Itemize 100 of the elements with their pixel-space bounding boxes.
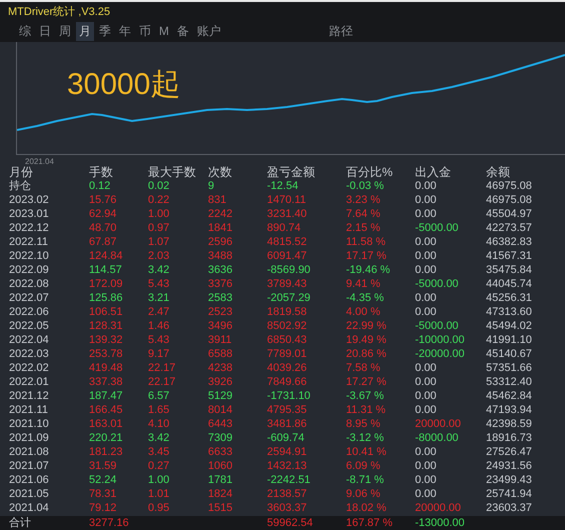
table-cell-text: 20000.00 (415, 417, 462, 431)
table-cell-text: 0.00 (415, 445, 438, 459)
table-cell-text: 7.58 % (346, 361, 382, 375)
tab[interactable]: 路径 (326, 22, 356, 40)
table-cell-text: 2022.08 (9, 277, 50, 291)
table-cell-text: 79.12 (89, 501, 118, 515)
table-cell-text: -20000.00 (415, 347, 466, 361)
table-cell-text: 22.17 (148, 361, 177, 375)
table-cell-text: 45494.02 (486, 319, 533, 333)
table-cell-text: 1515 (208, 501, 234, 515)
table-cell-text: -3.12 % (346, 431, 385, 445)
table-cell-text: 2021.08 (9, 445, 50, 459)
table-cell-text: 187.47 (89, 389, 124, 403)
table-cell-text: 44045.74 (486, 277, 533, 291)
column-header: 最大手数 (148, 165, 197, 179)
table-cell-text: 167.87 % (346, 516, 394, 530)
tab[interactable]: 币 (136, 22, 154, 40)
table-cell-text: -3.67 % (346, 389, 385, 403)
table-cell-text: 2022.05 (9, 319, 50, 333)
table-cell-text: 2022.10 (9, 249, 50, 263)
table-cell-text: 2022.09 (9, 263, 50, 277)
table-cell-text: 3789.43 (267, 277, 308, 291)
table-cell-text: 1819.58 (267, 305, 308, 319)
table-cell-text: 2022.03 (9, 347, 50, 361)
tab[interactable]: 季 (96, 22, 114, 40)
tab[interactable]: 周 (56, 22, 74, 40)
table-cell-text: 3376 (208, 277, 234, 291)
table-cell-text: 1.00 (148, 207, 170, 221)
table-cell-text: 35475.84 (486, 263, 533, 277)
table-cell-text: 25741.94 (486, 487, 533, 501)
table-cell-text: 890.74 (267, 221, 302, 235)
table-cell-text: 10.41 % (346, 445, 388, 459)
tab[interactable]: 备 (174, 22, 192, 40)
table-cell-text: 3603.37 (267, 501, 308, 515)
table-cell-text: 0.00 (415, 249, 438, 263)
table-cell-text: 20.86 % (346, 347, 388, 361)
table-cell-text: 2021.06 (9, 473, 50, 487)
table-cell-text: 6443 (208, 417, 234, 431)
tab[interactable]: 账户 (194, 22, 224, 40)
table-cell-text: 166.45 (89, 403, 124, 417)
table-cell-text: 0.97 (148, 221, 170, 235)
table-cell-text: -8000.00 (415, 431, 460, 445)
table-cell-text: 139.32 (89, 333, 124, 347)
table-cell-text: 78.31 (89, 487, 118, 501)
table-cell-text: 114.57 (89, 263, 123, 277)
table-cell-text: 3.42 (148, 431, 170, 445)
table-cell-text: 2021.09 (9, 431, 50, 445)
tab[interactable]: M (156, 23, 172, 39)
table-cell-text: 0.02 (148, 179, 170, 193)
table-cell-text: 3911 (208, 333, 233, 347)
column-header: 盈亏金额 (267, 165, 316, 179)
table-cell-text: 3231.40 (267, 207, 308, 221)
tab[interactable]: 月 (76, 22, 94, 40)
table-cell-text: 46382.83 (486, 235, 533, 249)
table-cell-text: 3277.16 (89, 516, 130, 530)
table-cell-text: 4.10 (148, 417, 170, 431)
table-cell-text: 2023.02 (9, 193, 50, 207)
table-cell-text: 6091.47 (267, 249, 308, 263)
table-cell-text: 0.00 (415, 207, 438, 221)
table-cell-text: 3.21 (148, 291, 170, 305)
table-cell-text: 4238 (208, 361, 234, 375)
table-cell-text: 3488 (208, 249, 234, 263)
table-cell-text: 2023.01 (9, 207, 50, 221)
table-cell-text: -5000.00 (415, 277, 460, 291)
table-cell-text: 2022.06 (9, 305, 50, 319)
column-header: 出入金 (415, 165, 452, 179)
table-cell-text: 合计 (9, 516, 32, 530)
table-cell-text: 2022.12 (9, 221, 50, 235)
table-cell-text: 2138.57 (267, 487, 308, 501)
table-cell-text: -19.46 % (346, 263, 392, 277)
table-cell-text: -12.54 (267, 179, 300, 193)
table-cell-text: 0.00 (415, 375, 438, 389)
table-cell-text: 6633 (208, 445, 234, 459)
table-cell-text: 163.01 (89, 417, 124, 431)
table-cell-text: 18916.73 (486, 431, 533, 445)
table-cell-text: 11.58 % (346, 235, 387, 249)
table-cell-text: 0.00 (415, 179, 438, 193)
table-cell-text: 0.00 (415, 193, 438, 207)
tab[interactable]: 日 (36, 22, 54, 40)
tab[interactable]: 综 (16, 22, 34, 40)
table-cell-text: 24931.56 (486, 459, 533, 473)
table-cell-text: 1060 (208, 459, 234, 473)
table-cell-text: 1781 (208, 473, 234, 487)
table-cell-text: 253.78 (89, 347, 124, 361)
table-cell-text: -4.35 % (346, 291, 385, 305)
table-cell-text: 0.00 (415, 403, 438, 417)
table-cell-text: -8569.90 (267, 263, 312, 277)
table-cell-text: -13000.00 (415, 516, 466, 530)
table-cell-text: 15.76 (89, 193, 118, 207)
table-cell-text: 2021.05 (9, 487, 50, 501)
table-cell-text: 4815.52 (267, 235, 308, 249)
table-cell-text: -5000.00 (415, 221, 460, 235)
tab[interactable]: 年 (116, 22, 134, 40)
table-cell-text: 42273.57 (486, 221, 533, 235)
table-cell-text: 3.45 (148, 445, 170, 459)
table-cell-text: 22.99 % (346, 319, 388, 333)
table-cell-text: 0.00 (415, 459, 438, 473)
table-cell-text: 2021.11 (9, 403, 49, 417)
table-cell-text: 5.43 (148, 277, 170, 291)
table-cell-text: 2.47 (148, 305, 170, 319)
